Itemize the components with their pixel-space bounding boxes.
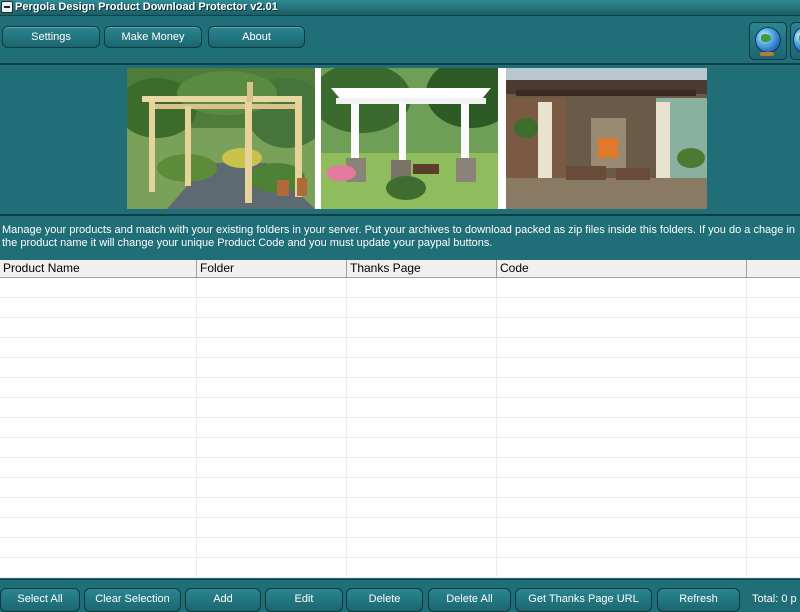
select-all-button[interactable]: Select All <box>0 588 80 612</box>
table-row[interactable] <box>0 318 800 338</box>
table-row[interactable] <box>0 298 800 318</box>
table-row[interactable] <box>0 478 800 498</box>
app-menu-icon[interactable] <box>1 1 13 13</box>
refresh-button[interactable]: Refresh <box>657 588 740 612</box>
column-header-folder[interactable]: Folder <box>197 260 347 277</box>
window-title: Pergola Design Product Download Protecto… <box>15 1 278 13</box>
products-table[interactable]: Product Name Folder Thanks Page Code <box>0 260 800 578</box>
table-row[interactable] <box>0 398 800 418</box>
delete-all-button[interactable]: Delete All <box>428 588 511 612</box>
table-row[interactable] <box>0 518 800 538</box>
column-header-filler <box>747 260 800 277</box>
toolbar-divider <box>0 63 800 65</box>
top-toolbar: Settings Make Money About <box>0 16 800 62</box>
table-header: Product Name Folder Thanks Page Code <box>0 260 800 278</box>
table-row[interactable] <box>0 558 800 578</box>
globe-button[interactable] <box>749 22 787 60</box>
table-row[interactable] <box>0 438 800 458</box>
secondary-globe-button[interactable] <box>790 22 800 60</box>
table-row[interactable] <box>0 338 800 358</box>
column-header-code[interactable]: Code <box>497 260 747 277</box>
table-row[interactable] <box>0 418 800 438</box>
table-row[interactable] <box>0 378 800 398</box>
table-row[interactable] <box>0 538 800 558</box>
title-bar: Pergola Design Product Download Protecto… <box>0 0 800 16</box>
get-thanks-page-url-button[interactable]: Get Thanks Page URL <box>515 588 652 612</box>
column-header-thanks-page[interactable]: Thanks Page <box>347 260 497 277</box>
banner-photo-wood-pergola <box>127 68 315 209</box>
table-row[interactable] <box>0 458 800 478</box>
table-row[interactable] <box>0 278 800 298</box>
total-products-label: Total: 0 p <box>752 593 797 605</box>
about-button[interactable]: About <box>208 26 305 48</box>
settings-button[interactable]: Settings <box>2 26 100 48</box>
globe-icon <box>755 27 781 53</box>
add-button[interactable]: Add <box>185 588 261 612</box>
clear-selection-button[interactable]: Clear Selection <box>84 588 181 612</box>
table-row[interactable] <box>0 498 800 518</box>
banner-photo-patio-pergola <box>506 68 707 209</box>
delete-button[interactable]: Delete <box>346 588 423 612</box>
banner-photo-white-pergola <box>321 68 498 209</box>
globe-icon-partial <box>793 27 800 53</box>
globe-stand <box>760 52 774 56</box>
table-row[interactable] <box>0 358 800 378</box>
banner-divider <box>0 214 800 216</box>
make-money-button[interactable]: Make Money <box>104 26 202 48</box>
column-header-product-name[interactable]: Product Name <box>0 260 197 277</box>
instructions-text: Manage your products and match with your… <box>2 224 796 249</box>
pergola-banner <box>127 68 707 209</box>
edit-button[interactable]: Edit <box>265 588 343 612</box>
bottom-toolbar: Select All Clear Selection Add Edit Dele… <box>0 579 800 612</box>
